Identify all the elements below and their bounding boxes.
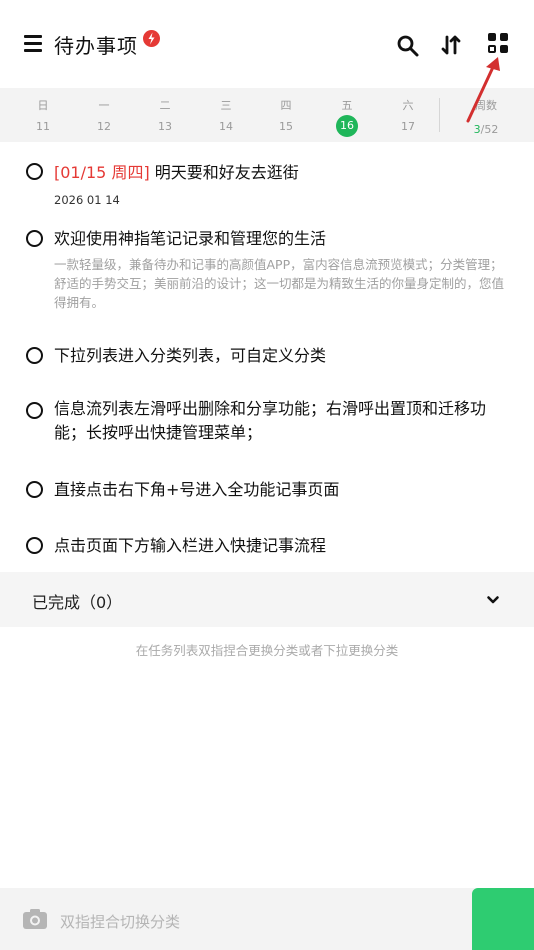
day-name: 六	[402, 99, 414, 112]
task-title-text: 明天要和好友去逛街	[154, 163, 299, 182]
grid-view-icon[interactable]	[488, 33, 510, 55]
completed-section[interactable]: 已完成（0）	[0, 572, 534, 627]
task-title: 信息流列表左滑呼出删除和分享功能；右滑呼出置顶和迁移功能；长按呼出快捷管理菜单；	[54, 399, 487, 442]
task-checkbox[interactable]	[26, 537, 43, 554]
quick-input-placeholder[interactable]: 双指捏合切换分类	[60, 911, 180, 932]
task-date-tag: [01/15 周四]	[54, 163, 150, 182]
task-title: [01/15 周四] 明天要和好友去逛街	[54, 159, 299, 183]
week-strip: 日 11 一 12 二 13 三 14 四 15 五 16 六 17	[0, 88, 534, 142]
day-name: 日	[37, 99, 49, 112]
task-checkbox[interactable]	[26, 163, 43, 180]
task-checkbox[interactable]	[26, 481, 43, 498]
today-date-highlight: 16	[336, 115, 358, 137]
task-checkbox[interactable]	[26, 402, 43, 419]
task-description: 一款轻量级，兼备待办和记事的高颜值APP，富内容信息流预览模式；分类管理；舒适的…	[54, 257, 505, 310]
sort-icon[interactable]	[440, 34, 462, 56]
week-divider	[439, 98, 440, 132]
task-title: 下拉列表进入分类列表，可自定义分类	[54, 346, 327, 365]
day-name: 三	[220, 99, 232, 112]
day-name: 五	[341, 99, 353, 112]
task-title: 欢迎使用神指笔记记录和管理您的生活	[54, 229, 327, 248]
camera-icon[interactable]	[22, 908, 48, 930]
day-date: 11	[36, 120, 50, 133]
search-icon[interactable]	[396, 34, 420, 58]
annotation-arrow-icon	[466, 57, 500, 123]
app-header: 待办事项	[0, 0, 534, 88]
task-created-date: 2026 01 14	[54, 193, 120, 207]
task-title: 点击页面下方输入栏进入快捷记事流程	[54, 536, 327, 555]
day-name: 二	[159, 99, 171, 112]
day-name: 四	[280, 99, 292, 112]
task-title: 直接点击右下角+号进入全功能记事页面	[54, 480, 340, 499]
lightning-badge-icon	[143, 30, 160, 47]
day-date: 13	[158, 120, 172, 133]
task-checkbox[interactable]	[26, 230, 43, 247]
add-note-button[interactable]	[472, 888, 534, 950]
menu-icon[interactable]	[24, 35, 42, 53]
completed-label: 已完成（0）	[32, 593, 123, 612]
day-date: 14	[219, 120, 233, 133]
chevron-down-icon[interactable]	[486, 592, 500, 606]
day-name: 一	[98, 99, 110, 112]
page-title[interactable]: 待办事项	[54, 30, 138, 59]
quick-input-bar[interactable]: 双指捏合切换分类	[0, 888, 534, 950]
day-date: 15	[279, 120, 293, 133]
day-date: 12	[97, 120, 111, 133]
hint-text: 在任务列表双指捏合更换分类或者下拉更换分类	[135, 643, 399, 658]
day-date: 17	[401, 120, 415, 133]
task-checkbox[interactable]	[26, 347, 43, 364]
